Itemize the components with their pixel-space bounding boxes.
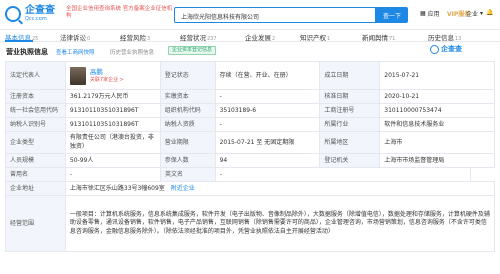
nav-apps[interactable]: ▦ 应用 xyxy=(420,9,440,18)
logo-domain: Qcc.com xyxy=(25,16,47,22)
credit-value: 91310110351031896T xyxy=(66,104,161,117)
taxq-value: - xyxy=(216,118,321,131)
former-name-value: - xyxy=(66,168,161,181)
tab-development[interactable]: 企业发展2 xyxy=(245,32,275,42)
industry-label: 所属行业 xyxy=(320,118,381,131)
authority-value: 上海市市场监督管理局 xyxy=(380,154,495,167)
insured-value: 94 xyxy=(216,154,321,167)
site-tagline: 全国企业信用查询系统 官方备案企业征信机构 xyxy=(66,6,173,19)
reg-value: 310110000753474 xyxy=(380,104,495,117)
capital-info-badge[interactable]: 企业资本登记信息 xyxy=(168,46,217,55)
brand-logo-icon xyxy=(430,44,439,54)
snapshot-link[interactable]: 查看工商网快照 xyxy=(56,48,95,56)
chevron-down-icon: ▾ xyxy=(480,10,484,17)
industry-value: 软件和信息技术服务业 xyxy=(380,118,495,131)
nearby-companies-link[interactable]: 附近企业 xyxy=(171,185,195,193)
table-row: 统一社会信用代码 91310110351031896T 组织机构代码 35103… xyxy=(6,104,495,118)
taxq-label: 纳税人资质 xyxy=(160,118,216,131)
table-row: 人员规模 50-99人 参保人数 94 登记机关 上海市市场监督管理局 xyxy=(6,154,495,168)
type-label: 企业类型 xyxy=(6,132,66,153)
credit-label: 统一社会信用代码 xyxy=(6,104,66,117)
reg-label: 工商注册号 xyxy=(320,104,381,117)
english-name-label: 英文名 xyxy=(161,168,216,181)
owner-label: 法定代表人 xyxy=(6,62,66,89)
nav-company[interactable]: 企业 ▾ xyxy=(466,9,483,18)
org-value: 35103189-6 xyxy=(216,104,321,117)
top-header: 企查查 Qcc.com 全国企业信用查询系统 官方备案企业征信机构 上海欣光阳信… xyxy=(0,0,500,30)
area-label: 所属地区 xyxy=(320,132,381,153)
paid-label: 实缴资本 xyxy=(160,90,216,103)
tab-operation[interactable]: 经营状况237 xyxy=(180,32,217,42)
status-label: 登记状态 xyxy=(160,62,216,89)
english-name-value: - xyxy=(216,168,471,181)
owner-cell: 高鹏 关联7家企业 > xyxy=(66,62,161,89)
scope-value: 一般项目：计算机系统服务，信息系统集成服务，软件开发（电子出版物、音像制品除外）… xyxy=(66,196,495,251)
tax-label: 纳税人识别号 xyxy=(6,118,66,131)
tab-risk[interactable]: 经营风险3 xyxy=(120,32,150,42)
org-label: 组织机构代码 xyxy=(160,104,216,117)
search-input[interactable]: 上海欣光阳信息科技有限公司 xyxy=(181,12,259,21)
site-logo[interactable]: 企查查 Qcc.com xyxy=(5,5,55,22)
bell-icon: 🔔 xyxy=(486,9,494,16)
table-row: 纳税人识别号 91310110351031896T 纳税人资质 - 所属行业 软… xyxy=(6,118,495,132)
nav-notify[interactable]: 🔔 xyxy=(486,9,493,16)
avatar[interactable] xyxy=(69,66,86,85)
logo-name: 企查查 xyxy=(25,5,55,16)
staff-label: 人员规模 xyxy=(6,154,66,167)
capital-label: 注册资本 xyxy=(6,90,66,103)
type-value: 有限责任公司（港澳台投资，非独资） xyxy=(66,132,161,153)
brand-name: 企查查 xyxy=(441,45,462,53)
table-row: 法定代表人 高鹏 关联7家企业 > 登记状态 存续（在营、开业、在册） 成立日期… xyxy=(6,62,495,90)
tab-history[interactable]: 历史信息13 xyxy=(428,32,461,42)
nav-company-label: 企业 xyxy=(466,11,479,18)
capital-value: 361.2179万元人民币 xyxy=(66,90,161,103)
search-button[interactable]: 查一下 xyxy=(376,7,408,23)
term-label: 营业期限 xyxy=(160,132,216,153)
section-title: 营业执照信息 xyxy=(6,48,48,56)
table-row: 经营范围 一般项目：计算机系统服务，信息系统集成服务，软件开发（电子出版物、音像… xyxy=(6,196,495,252)
approve-value: 2020-10-21 xyxy=(380,90,495,103)
logo-magnifier-icon xyxy=(5,5,21,22)
term-value: 2015-07-21 至 无固定期限 xyxy=(216,132,321,153)
table-row: 企业地址 上海市徐汇区乐山路33号3幢609室 附近企业 xyxy=(6,182,495,196)
related-companies-link[interactable]: 关联7家企业 > xyxy=(90,76,124,84)
nav-apps-label: 应用 xyxy=(427,11,440,18)
insured-label: 参保人数 xyxy=(160,154,216,167)
owner-name[interactable]: 高鹏 xyxy=(90,68,124,76)
table-row: 注册资本 361.2179万元人民币 实缴资本 - 核准日期 2020-10-2… xyxy=(6,90,495,104)
brand-watermark: 企查查 xyxy=(430,44,462,54)
approve-label: 核准日期 xyxy=(320,90,381,103)
tab-bar: 基本信息25 法律诉讼0 经营风险3 经营状况237 企业发展2 知识产权1 新… xyxy=(0,30,500,42)
tab-legal[interactable]: 法律诉讼0 xyxy=(60,32,90,42)
table-row: 曾用名 - 英文名 - xyxy=(6,168,495,182)
area-value: 上海市 xyxy=(380,132,495,153)
found-label: 成立日期 xyxy=(320,62,381,89)
license-history-link[interactable]: 历史营业执照信息 xyxy=(110,48,154,56)
paid-value: - xyxy=(216,90,321,103)
search-button-label: 查一下 xyxy=(382,12,401,20)
tab-news[interactable]: 新闻舆情71 xyxy=(362,32,395,42)
address-cell: 上海市徐汇区乐山路33号3幢609室 附近企业 xyxy=(66,182,495,195)
tax-value: 91310110351031896T xyxy=(66,118,161,131)
address-label: 企业地址 xyxy=(6,182,66,195)
apps-icon: ▦ xyxy=(420,10,426,17)
address-value: 上海市徐汇区乐山路33号3幢609室 xyxy=(69,184,165,192)
table-row: 企业类型 有限责任公司（港澳台投资，非独资） 营业期限 2015-07-21 至… xyxy=(6,132,495,154)
status-value: 存续（在营、开业、在册） xyxy=(216,62,321,89)
search-field[interactable]: 上海欣光阳信息科技有限公司 xyxy=(174,7,376,23)
authority-label: 登记机关 xyxy=(320,154,381,167)
found-value: 2015-07-21 xyxy=(380,62,495,89)
license-table: 法定代表人 高鹏 关联7家企业 > 登记状态 存续（在营、开业、在册） 成立日期… xyxy=(5,61,495,252)
staff-value: 50-99人 xyxy=(66,154,161,167)
tab-ip[interactable]: 知识产权1 xyxy=(300,32,330,42)
business-license-section: 营业执照信息 查看工商网快照 历史营业执照信息 企业资本登记信息 企查查 法定代… xyxy=(0,42,500,274)
former-name-label: 曾用名 xyxy=(6,168,66,181)
scope-label: 经营范围 xyxy=(6,196,66,251)
